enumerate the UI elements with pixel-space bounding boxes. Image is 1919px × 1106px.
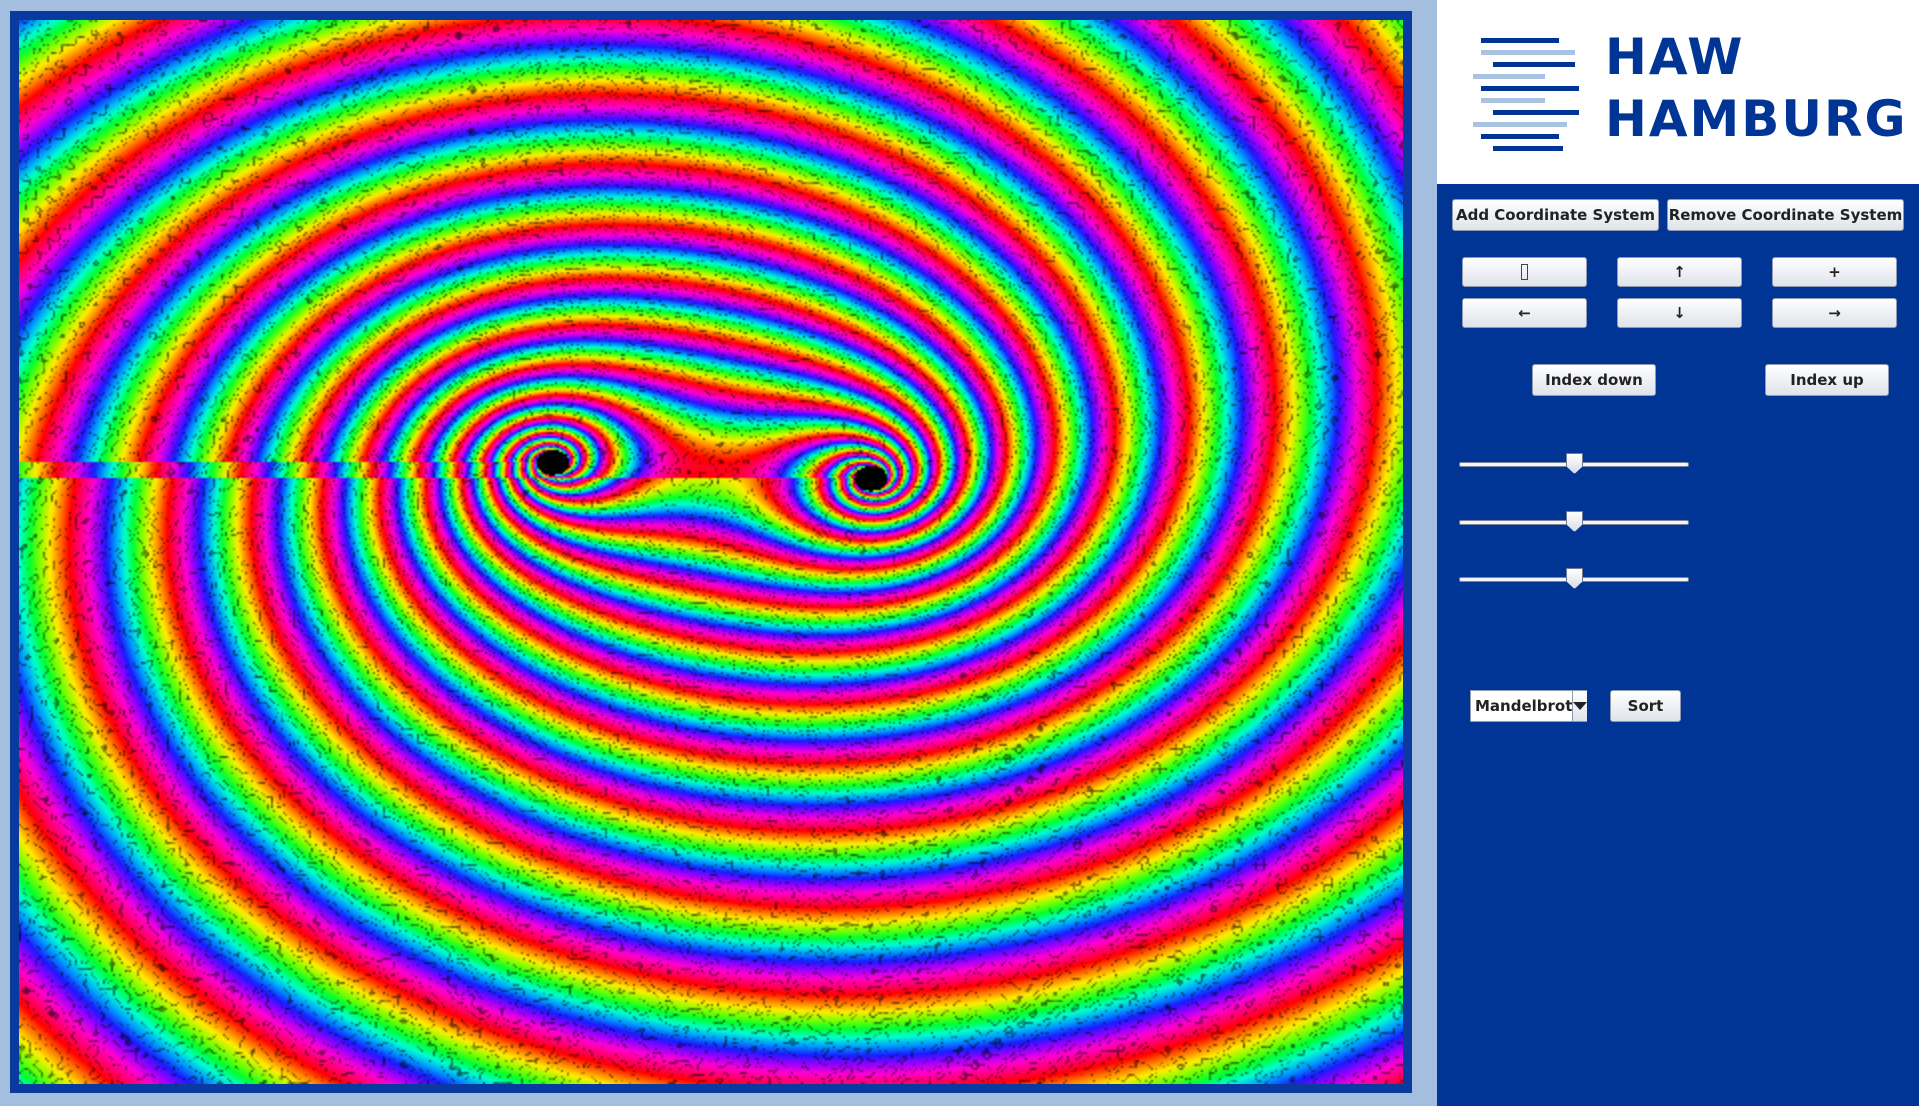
logo-text-haw: HAW [1605,28,1745,86]
chevron-down-icon [1573,702,1588,710]
slider-thumb[interactable] [1566,511,1583,532]
index-up-button[interactable]: Index up [1765,364,1889,396]
remove-coordinate-system-button[interactable]: Remove Coordinate System [1667,199,1904,231]
move-down-button[interactable]: ↓ [1617,298,1742,328]
fractal-view-frame [10,11,1412,1093]
fractal-canvas[interactable] [19,20,1403,1084]
fractal-type-select[interactable]: Mandelbrot [1470,690,1588,722]
move-left-button[interactable]: ← [1462,298,1587,328]
slider-2[interactable] [1459,510,1689,534]
logo-text-hamburg: HAMBURG [1605,90,1908,148]
move-up-button[interactable]: ↑ [1617,257,1742,287]
move-right-button[interactable]: → [1772,298,1897,328]
index-down-button[interactable]: Index down [1532,364,1656,396]
missing-glyph-icon [1521,264,1528,280]
fractal-type-selected: Mandelbrot [1475,697,1573,715]
zoom-in-button[interactable]: + [1772,257,1897,287]
logo-lines-icon [1473,34,1579,152]
slider-thumb[interactable] [1566,453,1583,474]
add-coordinate-system-button[interactable]: Add Coordinate System [1452,199,1659,231]
zoom-out-button[interactable] [1462,257,1587,287]
control-panel: HAW HAMBURG Add Coordinate System Remove… [1437,0,1919,1106]
slider-3[interactable] [1459,567,1689,591]
haw-hamburg-logo: HAW HAMBURG [1437,0,1919,184]
sort-button[interactable]: Sort [1610,690,1681,722]
slider-1[interactable] [1459,452,1689,476]
slider-thumb[interactable] [1566,568,1583,589]
dropdown-arrow-button[interactable] [1572,691,1588,721]
